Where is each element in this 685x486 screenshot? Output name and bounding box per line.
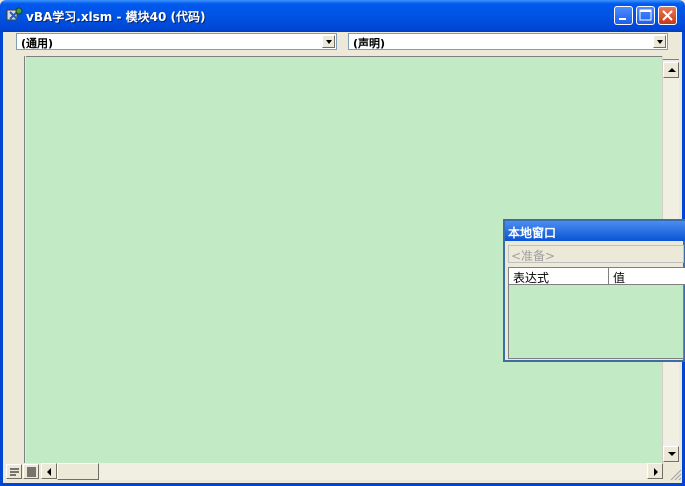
minimize-button[interactable] [614,6,633,25]
bottom-bar [3,463,682,481]
title-bar[interactable]: vBA学习.xlsm - 模块40 (代码) [0,0,685,32]
scroll-down-button[interactable] [663,446,679,462]
procedure-combo-value: (声明) [353,37,386,50]
locals-window[interactable]: 本地窗口 <准备> 表达式 值 [503,219,685,362]
column-header-expression[interactable]: 表达式 [509,268,609,285]
locals-context: <准备> [508,245,684,263]
close-button[interactable] [658,6,677,25]
procedure-combo-dropdown-icon[interactable] [653,35,666,48]
column-header-expression-label: 表达式 [513,271,550,285]
resize-grip-icon[interactable] [666,465,682,481]
procedure-view-icon [10,468,19,476]
maximize-button[interactable] [636,6,655,25]
procedure-view-button[interactable] [6,464,22,479]
margin-indicator-bar[interactable] [6,56,25,463]
arrow-right-icon [654,468,658,476]
locals-window-title-bar[interactable]: 本地窗口 [505,221,685,241]
split-bar[interactable] [663,56,679,60]
maximize-icon [639,9,652,21]
scroll-up-button[interactable] [663,62,679,78]
column-header-value[interactable]: 值 [609,268,685,285]
vba-app-icon [6,7,23,21]
scroll-left-button[interactable] [41,463,57,479]
arrow-up-icon [668,68,676,72]
close-icon [662,10,673,21]
horizontal-scrollbar[interactable] [41,463,663,480]
locals-window-title: 本地窗口 [508,226,557,240]
scroll-right-button[interactable] [647,463,663,479]
object-combo-dropdown-icon[interactable] [322,35,335,48]
locals-list[interactable]: 表达式 值 [508,267,685,359]
procedure-combo[interactable]: (声明) [348,33,668,50]
full-module-view-icon [27,467,36,477]
column-header-value-label: 值 [613,271,626,285]
window-title: vBA学习.xlsm - 模块40 (代码) [26,10,206,24]
object-combo-value: (通用) [21,37,54,50]
minimize-icon [619,18,626,20]
window-frame-left [0,32,3,486]
horizontal-scroll-thumb[interactable] [57,463,99,480]
arrow-down-icon [668,452,676,456]
procedure-toolbar: (通用) (声明) [3,32,682,54]
object-combo[interactable]: (通用) [16,33,337,50]
locals-context-text: <准备> [511,249,556,263]
full-module-view-button[interactable] [23,464,39,479]
arrow-left-icon [47,468,51,476]
